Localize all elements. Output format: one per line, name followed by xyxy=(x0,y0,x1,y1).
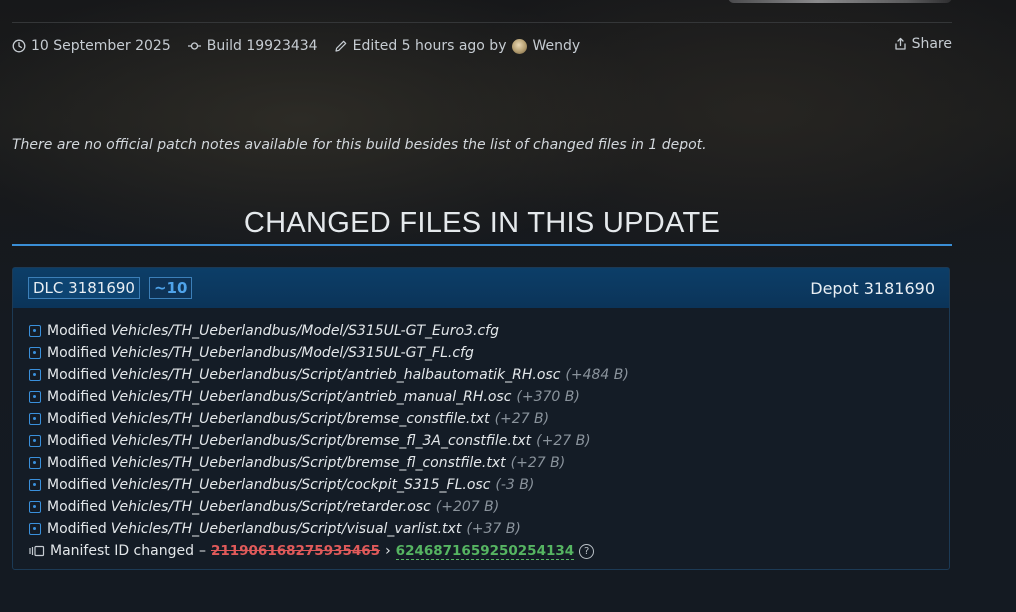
file-size-delta: (+207 B) xyxy=(435,499,500,515)
build-meta-row: 10 September 2025 Build 19923434 Edited … xyxy=(12,36,952,56)
clock-icon xyxy=(12,39,26,53)
modified-file-icon xyxy=(29,325,41,337)
file-action: Modified xyxy=(47,323,107,339)
modified-file-icon xyxy=(29,479,41,491)
file-action: Modified xyxy=(47,521,107,537)
file-size-delta: (+27 B) xyxy=(536,433,591,449)
commit-icon xyxy=(187,42,201,50)
file-row: Modified Vehicles/TH_Ueberlandbus/Script… xyxy=(29,364,939,386)
modified-file-icon xyxy=(29,391,41,403)
new-manifest-id[interactable]: 6246871659250254134 xyxy=(395,543,575,560)
share-label[interactable]: Share xyxy=(912,36,952,52)
depot-header: DLC 3181690 ~10 Depot 3181690 xyxy=(13,268,949,308)
file-row: Modified Vehicles/TH_Ueberlandbus/Script… xyxy=(29,408,939,430)
file-path[interactable]: Vehicles/TH_Ueberlandbus/Script/bremse_f… xyxy=(111,455,506,471)
file-action: Modified xyxy=(47,455,107,471)
file-size-delta: (+27 B) xyxy=(494,411,550,427)
patch-notes-notice: There are no official patch notes availa… xyxy=(12,137,707,153)
file-action: Modified xyxy=(47,411,107,427)
file-row: Modified Vehicles/TH_Ueberlandbus/Model/… xyxy=(29,320,939,342)
hero-image-fragment xyxy=(728,0,952,3)
modified-file-icon xyxy=(29,347,41,359)
file-path[interactable]: Vehicles/TH_Ueberlandbus/Script/bremse_f… xyxy=(111,433,531,449)
file-path[interactable]: Vehicles/TH_Ueberlandbus/Script/antrieb_… xyxy=(111,389,512,405)
file-size-delta: (-3 B) xyxy=(495,477,535,493)
file-action: Modified xyxy=(47,477,107,493)
file-row: Modified Vehicles/TH_Ueberlandbus/Script… xyxy=(29,496,939,518)
file-size-delta: (+484 B) xyxy=(565,367,629,383)
editor-link[interactable]: Wendy xyxy=(506,38,580,54)
edited-text: Edited 5 hours ago by xyxy=(352,38,507,54)
modified-file-icon xyxy=(29,457,41,469)
build-date: 10 September 2025 xyxy=(31,38,171,54)
file-path[interactable]: Vehicles/TH_Ueberlandbus/Model/S315UL-GT… xyxy=(111,345,474,361)
file-row: Modified Vehicles/TH_Ueberlandbus/Model/… xyxy=(29,342,939,364)
changed-count-badge: ~10 xyxy=(148,277,193,299)
file-action: Modified xyxy=(47,499,107,515)
edited-meta: Edited 5 hours ago by Wendy xyxy=(334,38,580,54)
dlc-link[interactable]: DLC 3181690 xyxy=(28,277,140,299)
file-action: Modified xyxy=(47,367,107,383)
file-row: Modified Vehicles/TH_Ueberlandbus/Script… xyxy=(29,386,939,408)
file-path[interactable]: Vehicles/TH_Ueberlandbus/Script/bremse_c… xyxy=(111,411,490,427)
manifest-label: Manifest ID changed xyxy=(50,543,194,559)
changed-file-list: Modified Vehicles/TH_Ueberlandbus/Model/… xyxy=(29,320,939,562)
date-meta: 10 September 2025 xyxy=(12,38,171,54)
file-path[interactable]: Vehicles/TH_Ueberlandbus/Script/retarder… xyxy=(111,499,431,515)
file-path[interactable]: Vehicles/TH_Ueberlandbus/Script/cockpit_… xyxy=(111,477,491,493)
manifest-icon xyxy=(29,545,45,557)
file-row: Modified Vehicles/TH_Ueberlandbus/Script… xyxy=(29,430,939,452)
share-icon xyxy=(894,37,906,50)
file-action: Modified xyxy=(47,389,107,405)
manifest-row: Manifest ID changed – 211906168275935465… xyxy=(29,540,939,562)
depot-panel: DLC 3181690 ~10 Depot 3181690 Modified V… xyxy=(12,267,950,570)
modified-file-icon xyxy=(29,501,41,513)
manifest-dash: – xyxy=(198,543,206,559)
file-path[interactable]: Vehicles/TH_Ueberlandbus/Script/visual_v… xyxy=(111,521,462,537)
pencil-icon xyxy=(334,40,346,52)
file-row: Modified Vehicles/TH_Ueberlandbus/Script… xyxy=(29,518,939,540)
build-meta[interactable]: Build 19923434 xyxy=(187,38,318,54)
section-underline xyxy=(12,244,952,246)
file-action: Modified xyxy=(47,345,107,361)
section-title: CHANGED FILES IN THIS UPDATE xyxy=(243,207,721,239)
avatar xyxy=(512,38,528,54)
help-icon[interactable]: ? xyxy=(579,543,595,559)
file-action: Modified xyxy=(47,433,107,449)
depot-link[interactable]: Depot 3181690 xyxy=(810,279,935,298)
modified-file-icon xyxy=(29,413,41,425)
modified-file-icon xyxy=(29,523,41,535)
manifest-arrow: › xyxy=(385,543,391,559)
modified-file-icon xyxy=(29,369,41,381)
file-row: Modified Vehicles/TH_Ueberlandbus/Script… xyxy=(29,452,939,474)
build-number[interactable]: Build 19923434 xyxy=(207,38,318,54)
file-row: Modified Vehicles/TH_Ueberlandbus/Script… xyxy=(29,474,939,496)
file-size-delta: (+37 B) xyxy=(466,521,521,537)
share-button[interactable]: Share xyxy=(894,36,952,52)
old-manifest-id[interactable]: 211906168275935465 xyxy=(211,543,380,559)
modified-file-icon xyxy=(29,435,41,447)
file-size-delta: (+370 B) xyxy=(516,389,580,405)
file-path[interactable]: Vehicles/TH_Ueberlandbus/Model/S315UL-GT… xyxy=(111,323,499,339)
file-path[interactable]: Vehicles/TH_Ueberlandbus/Script/antrieb_… xyxy=(111,367,561,383)
editor-name[interactable]: Wendy xyxy=(532,38,580,54)
top-divider xyxy=(12,22,952,23)
file-size-delta: (+27 B) xyxy=(510,455,566,471)
